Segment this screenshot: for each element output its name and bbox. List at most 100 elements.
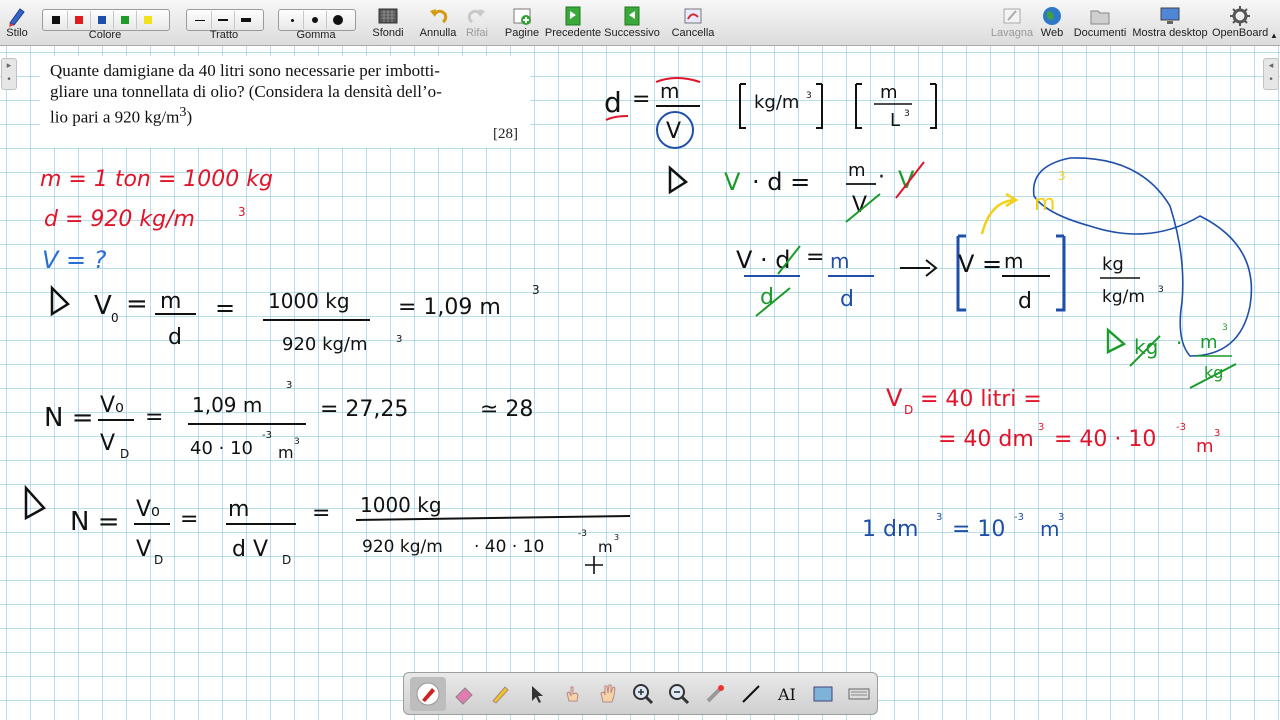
undo-button[interactable]: Annulla xyxy=(416,2,460,44)
step1-v-right: V xyxy=(898,166,915,194)
color-green-swatch[interactable] xyxy=(114,11,137,29)
documents-button[interactable]: Documenti xyxy=(1072,2,1128,44)
eraser-label: Gomma xyxy=(296,29,336,41)
n2-frac3-num: 1000 kg xyxy=(360,493,442,517)
vd-symbol: V xyxy=(886,384,903,412)
density-frac-den: V xyxy=(666,119,681,144)
stroke-medium[interactable] xyxy=(212,11,235,29)
web-button[interactable]: Web xyxy=(1038,2,1066,44)
text-icon: AI xyxy=(777,685,796,704)
n2-frac2-num: m xyxy=(228,497,249,522)
color-yellow-swatch[interactable] xyxy=(137,11,159,29)
v0-frac-num: m xyxy=(160,289,181,314)
board-mode-button[interactable]: Lavagna xyxy=(990,2,1034,44)
boxed-lhs: V = xyxy=(958,250,1002,278)
interact-tool[interactable] xyxy=(554,677,590,711)
unknown-volume: V = ? xyxy=(42,246,107,274)
stroke-picker[interactable] xyxy=(186,9,264,31)
v0-frac2-den: 920 kg/m xyxy=(282,334,368,355)
unit-check-den-exp: 3 xyxy=(1158,285,1164,295)
color-black-swatch[interactable] xyxy=(45,11,68,29)
n-frac2-num-exp: 3 xyxy=(286,380,292,391)
n-approx: ≃ 28 xyxy=(480,397,533,422)
marker-tool[interactable] xyxy=(482,677,518,711)
color-blue-swatch[interactable] xyxy=(91,11,114,29)
boxed-bracket-right xyxy=(1056,234,1066,312)
backgrounds-button[interactable]: Sfondi xyxy=(368,2,408,44)
v0-sub: 0 xyxy=(111,311,119,325)
unit-m-over-l3-exp: 3 xyxy=(904,109,910,119)
keyboard-tool[interactable] xyxy=(841,677,877,711)
laser-tool[interactable] xyxy=(697,677,733,711)
step2-den2: d xyxy=(840,287,854,312)
conv-rhs-exp: -3 xyxy=(1014,512,1024,523)
n-frac2-den: 40 · 10 xyxy=(190,438,253,459)
pages-button[interactable]: Pagine xyxy=(504,2,540,44)
given-density: d = 920 kg/m xyxy=(44,207,195,232)
board-icon xyxy=(1003,8,1021,24)
globe-icon xyxy=(1043,7,1061,25)
next-page-button[interactable]: Successivo xyxy=(604,2,660,44)
annotation-loop xyxy=(1032,157,1253,357)
green-kg: kg xyxy=(1134,335,1158,359)
n-frac-num: V₀ xyxy=(100,393,124,418)
select-tool[interactable] xyxy=(518,677,554,711)
hand-tool[interactable] xyxy=(590,677,626,711)
pointer-icon xyxy=(531,685,543,703)
implies-arrow xyxy=(900,259,938,277)
unit-bracket-r1 xyxy=(816,83,823,129)
n2-frac2-den-sub: D xyxy=(282,553,291,567)
n2-equals-2: = xyxy=(312,501,330,526)
n-result: = 27,25 xyxy=(320,397,408,422)
unit-m-over-l3-den: L xyxy=(890,110,900,131)
show-desktop-button[interactable]: Mostra desktop xyxy=(1132,2,1208,44)
unit-bracket-l1 xyxy=(739,83,746,129)
eraser-icon xyxy=(455,686,473,705)
stroke-thick[interactable] xyxy=(235,11,257,29)
green-m3-num: m xyxy=(1200,332,1218,353)
step2-num: m xyxy=(830,249,849,273)
v0-equals: = xyxy=(126,289,148,319)
folder-icon xyxy=(1090,10,1110,25)
boxed-den: d xyxy=(1018,289,1032,314)
v0-equals-2: = xyxy=(215,294,235,322)
n-frac2-num: 1,09 m xyxy=(192,393,262,417)
capture-tool[interactable] xyxy=(805,677,841,711)
color-picker[interactable] xyxy=(42,9,170,31)
color-red-swatch[interactable] xyxy=(68,11,91,29)
v0-frac2-num: 1000 kg xyxy=(268,289,350,313)
zoom-out-tool[interactable] xyxy=(661,677,697,711)
green-m3-exp: 3 xyxy=(1222,323,1228,333)
clear-button[interactable]: Cancella xyxy=(670,2,716,44)
line-tool[interactable] xyxy=(733,677,769,711)
eraser-large[interactable] xyxy=(327,11,349,29)
n2-frac3-den-exp: -3 xyxy=(578,529,587,539)
unit-check-num: kg xyxy=(1102,254,1124,275)
eraser-size-picker[interactable] xyxy=(278,9,356,31)
main-toolbar: Stilo Colore Tratto Gomma Sfondi Annulla… xyxy=(0,0,1280,46)
pen-tool[interactable] xyxy=(410,676,446,711)
n-frac2-den-exp: -3 xyxy=(262,430,272,441)
step1-times: · xyxy=(878,165,885,190)
eraser-medium[interactable] xyxy=(304,11,327,29)
n2-frac3-den: 920 kg/m xyxy=(362,537,443,557)
step1-v: V xyxy=(724,168,741,196)
stylus-button[interactable]: Stilo xyxy=(2,2,32,44)
eraser-small[interactable] xyxy=(281,11,304,29)
stroke-thin[interactable] xyxy=(189,11,212,29)
vd-value-m3-exp1: -3 xyxy=(1176,422,1186,433)
pen-icon xyxy=(416,682,440,705)
step1-dot-d: · d = xyxy=(752,168,810,196)
text-tool[interactable]: AI xyxy=(769,677,805,711)
openboard-menu-button[interactable]: OpenBoard xyxy=(1212,2,1268,44)
eraser-tool[interactable] xyxy=(446,677,482,711)
redo-button[interactable]: Rifai xyxy=(462,2,492,44)
svg-text:AI: AI xyxy=(777,685,796,704)
next-page-icon xyxy=(624,6,640,26)
whiteboard-canvas[interactable]: ▸ • ◂ • Quante damigiane da 40 litri sono … xyxy=(0,46,1280,720)
previous-page-button[interactable]: Precedente xyxy=(544,2,602,44)
n-equals: = xyxy=(145,405,163,430)
zoom-in-tool[interactable] xyxy=(626,677,662,711)
redo-icon xyxy=(467,9,485,24)
n-frac2-den-unit-exp: 3 xyxy=(294,437,300,447)
